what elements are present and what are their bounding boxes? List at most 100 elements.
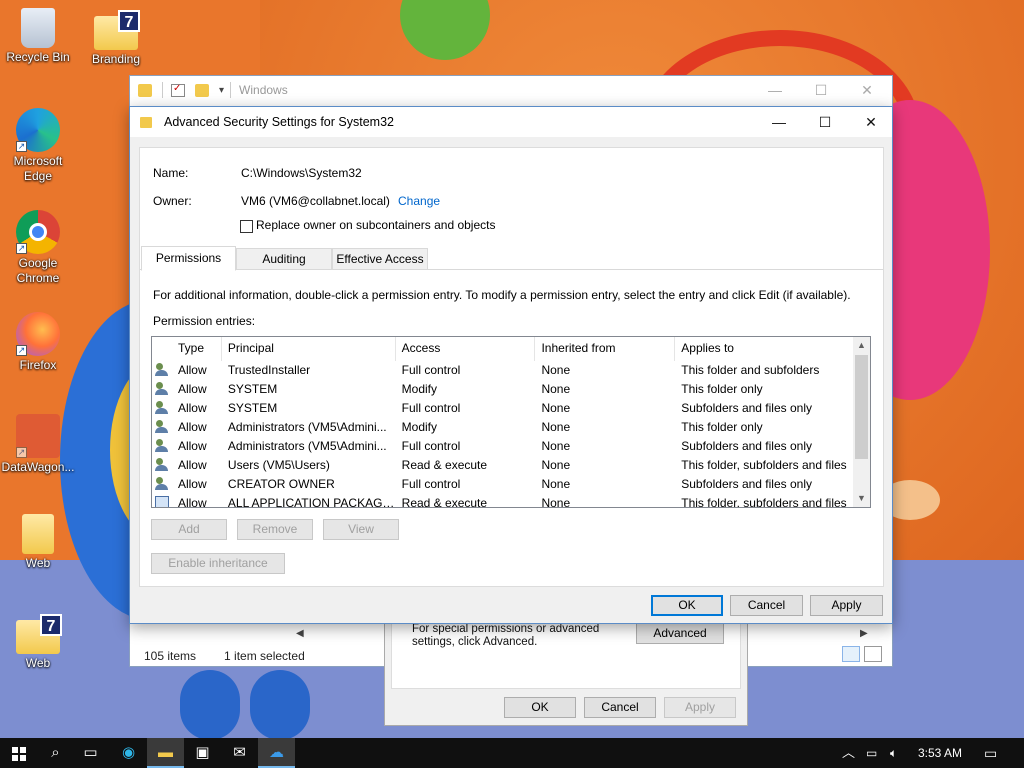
permission-entries-label: Permission entries: <box>153 314 256 328</box>
close-button[interactable]: ✕ <box>848 107 894 137</box>
user-group-icon <box>155 363 170 377</box>
row-access: Read & execute <box>401 458 488 472</box>
desktop-icon-firefox[interactable]: ↗ Firefox <box>0 312 76 373</box>
ok-button[interactable]: OK <box>651 595 723 616</box>
taskbar: ⌕ ▭ ◉ ▬ ▣ ✉ ☁ ︿ ▭ 🔈︎ 3:53 AM ▭ <box>0 738 1024 768</box>
show-hidden-icons-button[interactable]: ︿ <box>842 738 855 768</box>
apply-button[interactable]: Apply <box>810 595 883 616</box>
advanced-button[interactable]: Advanced <box>636 623 724 644</box>
scroll-right-icon[interactable]: ▶ <box>860 628 868 639</box>
column-type[interactable]: Type <box>172 337 222 361</box>
clock[interactable]: 3:53 AM <box>918 738 962 768</box>
row-applies: Subfolders and files only <box>681 477 812 491</box>
store-icon: ▣ <box>195 744 210 761</box>
row-access: Modify <box>401 382 437 396</box>
desktop-icon-recycle-bin[interactable]: Recycle Bin <box>0 8 76 65</box>
desktop-icon-branding[interactable]: 7 Branding <box>78 8 154 67</box>
row-applies: This folder only <box>681 420 763 434</box>
row-inherited: None <box>541 496 571 508</box>
task-view-button[interactable]: ▭ <box>72 738 109 768</box>
scroll-down-icon[interactable]: ▼ <box>853 490 870 507</box>
taskbar-file-explorer[interactable]: ▬ <box>147 738 184 768</box>
cancel-button[interactable]: Cancel <box>730 595 803 616</box>
row-applies: Subfolders and files only <box>681 401 812 415</box>
close-button[interactable]: ✕ <box>844 76 890 104</box>
chevron-down-icon[interactable]: ▾ <box>219 85 224 96</box>
list-rows: Allow TrustedInstaller Full control None… <box>152 361 855 508</box>
dialog-title: Advanced Security Settings for System32 <box>164 115 394 129</box>
view-button[interactable]: View <box>323 519 399 540</box>
taskbar-mail[interactable]: ✉ <box>221 738 258 768</box>
new-folder-icon[interactable] <box>195 83 209 97</box>
desktop-icon-chrome[interactable]: ↗ Google Chrome <box>0 210 76 286</box>
desktop-icon-label: Microsoft Edge <box>13 154 63 183</box>
desktop-icon-web-2[interactable]: 7 Web <box>0 612 76 671</box>
item-count: 105 items <box>144 649 197 663</box>
properties-icon[interactable] <box>171 83 185 97</box>
table-row[interactable]: Allow ALL APPLICATION PACKAGES Read & ex… <box>152 494 855 508</box>
tab-permissions[interactable]: Permissions <box>141 246 236 271</box>
permission-entries-list[interactable]: Type Principal Access Inherited from App… <box>151 336 871 508</box>
network-icon[interactable]: ▭ <box>866 738 877 768</box>
row-inherited: None <box>541 439 571 453</box>
table-row[interactable]: Allow CREATOR OWNER Full control None Su… <box>152 475 855 494</box>
table-row[interactable]: Allow SYSTEM Full control None Subfolder… <box>152 399 855 418</box>
minimize-button[interactable]: — <box>752 76 798 104</box>
table-row[interactable]: Allow TrustedInstaller Full control None… <box>152 361 855 380</box>
search-button[interactable]: ⌕ <box>37 738 74 768</box>
add-button[interactable]: Add <box>151 519 227 540</box>
cancel-button[interactable]: Cancel <box>584 697 656 718</box>
apply-button[interactable]: Apply <box>664 697 736 718</box>
taskbar-store[interactable]: ▣ <box>184 738 221 768</box>
table-row[interactable]: Allow Users (VM5\Users) Read & execute N… <box>152 456 855 475</box>
replace-owner-checkbox[interactable] <box>240 220 253 233</box>
row-applies: This folder and subfolders <box>681 363 820 377</box>
enable-inheritance-button[interactable]: Enable inheritance <box>151 553 285 574</box>
taskbar-edge[interactable]: ◉ <box>110 738 147 768</box>
table-row[interactable]: Allow SYSTEM Modify None This folder onl… <box>152 380 855 399</box>
large-icons-view-button[interactable] <box>864 646 882 662</box>
scroll-left-icon[interactable]: ◀ <box>296 628 304 639</box>
maximize-button[interactable]: ☐ <box>798 76 844 104</box>
desktop-icon-datawagon[interactable]: ↗ DataWagon... <box>0 414 76 475</box>
column-applies-to[interactable]: Applies to <box>675 337 855 361</box>
remove-button[interactable]: Remove <box>237 519 313 540</box>
column-inherited-from[interactable]: Inherited from <box>535 337 676 361</box>
row-principal: TrustedInstaller <box>227 363 311 377</box>
start-button[interactable] <box>0 738 37 768</box>
vertical-scrollbar[interactable]: ▲ ▼ <box>853 337 870 507</box>
volume-icon[interactable]: 🔈︎ <box>890 738 897 768</box>
scrollbar-thumb[interactable] <box>855 355 868 459</box>
minimize-button[interactable]: — <box>756 107 802 137</box>
maximize-button[interactable]: ☐ <box>802 107 848 137</box>
row-type: Allow <box>177 477 207 491</box>
row-type: Allow <box>177 496 207 508</box>
scroll-up-icon[interactable]: ▲ <box>853 337 870 354</box>
ok-button[interactable]: OK <box>504 697 576 718</box>
taskbar-onedrive[interactable]: ☁ <box>258 738 295 768</box>
change-owner-link[interactable]: Change <box>398 194 440 208</box>
notifications-icon[interactable]: ▭ <box>984 738 997 768</box>
desktop-icon-web[interactable]: Web <box>0 512 76 571</box>
tab-auditing[interactable]: Auditing <box>236 248 332 270</box>
row-access: Full control <box>401 401 461 415</box>
desktop-icon-label: Web <box>25 556 51 570</box>
details-view-button[interactable] <box>842 646 860 662</box>
table-row[interactable]: Allow Administrators (VM5\Admini... Modi… <box>152 418 855 437</box>
advanced-hint-text: For special permissions or advanced sett… <box>412 623 600 648</box>
folder-icon <box>22 514 54 554</box>
tab-effective-access[interactable]: Effective Access <box>332 248 428 270</box>
advanced-security-dialog[interactable]: Advanced Security Settings for System32 … <box>129 106 893 624</box>
row-inherited: None <box>541 477 571 491</box>
explorer-title: Windows <box>239 83 288 97</box>
desktop-icon-label: Web <box>25 656 51 670</box>
user-group-icon <box>155 458 170 472</box>
column-principal[interactable]: Principal <box>222 337 396 361</box>
desktop-icon-edge[interactable]: ↗ Microsoft Edge <box>0 108 76 184</box>
desktop-icon-label: Branding <box>91 52 141 66</box>
properties-dialog[interactable]: For special permissions or advanced sett… <box>384 612 748 726</box>
column-access[interactable]: Access <box>396 337 536 361</box>
edge-icon: ↗ <box>16 108 60 152</box>
table-row[interactable]: Allow Administrators (VM5\Admini... Full… <box>152 437 855 456</box>
user-group-icon <box>155 439 170 453</box>
